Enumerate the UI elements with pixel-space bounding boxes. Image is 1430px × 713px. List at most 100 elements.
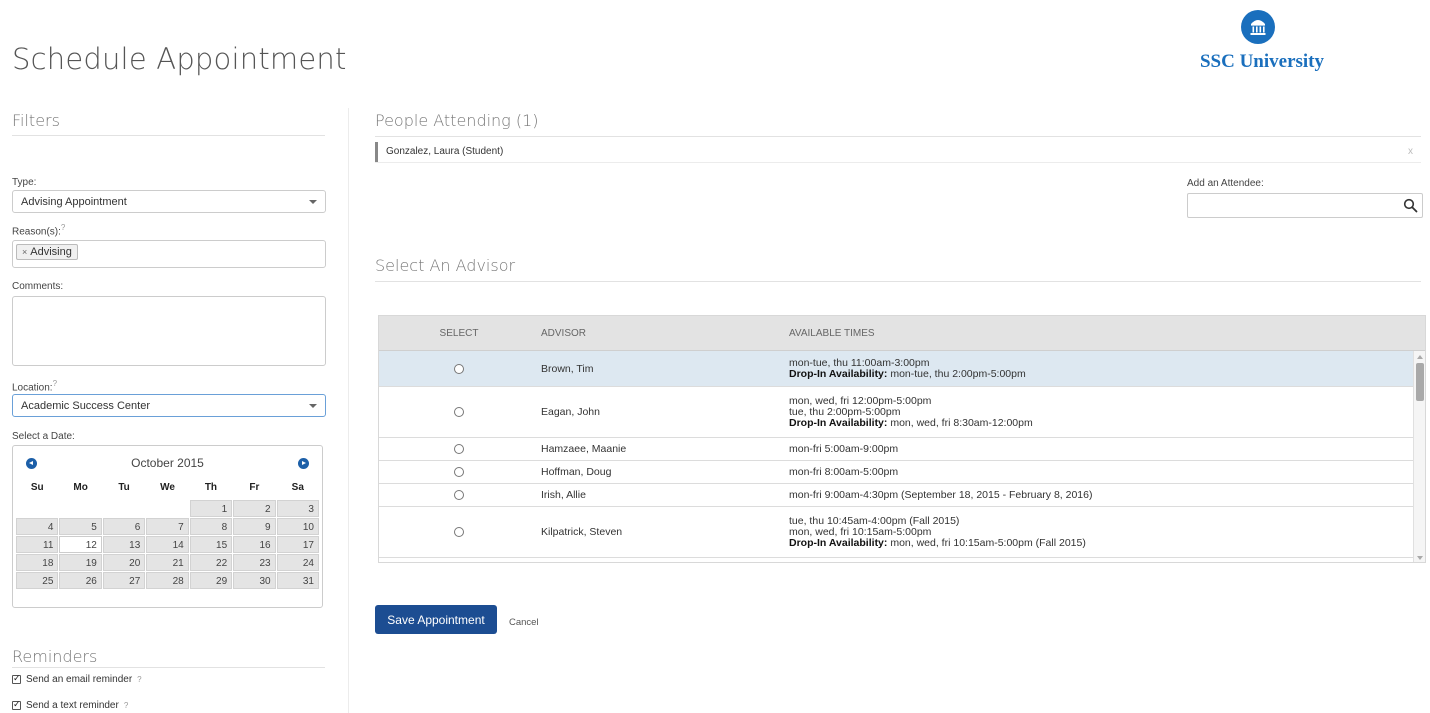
comments-textarea[interactable] [12, 296, 326, 366]
location-label-text: Location: [12, 382, 53, 394]
email-reminder-row[interactable]: Send an email reminder? [12, 673, 142, 685]
type-select[interactable]: Advising Appointment [12, 190, 326, 213]
save-appointment-button[interactable]: Save Appointment [375, 605, 497, 634]
calendar-day[interactable]: 23 [233, 554, 276, 571]
text-reminder-row[interactable]: Send a text reminder? [12, 699, 128, 711]
chevron-down-icon [309, 199, 317, 204]
remove-tag-icon[interactable]: × [22, 247, 27, 257]
reason-tag: × Advising [16, 244, 78, 260]
calendar-day[interactable]: 17 [276, 536, 319, 553]
advisor-radio[interactable] [454, 490, 464, 500]
advisor-name: Brown, Tim [541, 362, 594, 375]
calendar-day[interactable]: 26 [59, 572, 102, 589]
column-header-advisor: ADVISOR [541, 327, 587, 339]
remove-attendee-icon[interactable]: x [1408, 146, 1413, 157]
university-building-icon [1241, 10, 1275, 44]
scroll-down-icon[interactable] [1417, 556, 1423, 560]
search-icon[interactable] [1403, 198, 1418, 213]
advisor-row[interactable]: Hoffman, Doug mon-fri 8:00am-5:00pm [379, 461, 1414, 484]
calendar-day[interactable]: 11 [16, 536, 59, 553]
comments-label: Comments: [12, 281, 64, 292]
reminders-heading: Reminders [12, 647, 98, 666]
email-reminder-checkbox[interactable] [12, 673, 21, 684]
advisor-radio[interactable] [454, 363, 464, 374]
scroll-thumb[interactable] [1416, 363, 1424, 401]
column-divider [348, 108, 349, 713]
calendar-day[interactable]: 1 [189, 500, 233, 517]
date-label: Select a Date: [12, 431, 75, 442]
calendar-day[interactable]: 8 [189, 518, 233, 535]
calendar-day[interactable]: 21 [146, 554, 189, 571]
advisor-radio[interactable] [454, 467, 464, 477]
advisor-name: Hamzaee, Maanie [541, 443, 627, 455]
calendar-day[interactable]: 31 [276, 572, 319, 589]
next-month-icon[interactable] [298, 457, 309, 469]
calendar-day[interactable]: 4 [16, 518, 59, 535]
add-attendee-input[interactable] [1187, 193, 1423, 218]
calendar-empty-cell [16, 500, 58, 517]
calendar-day[interactable]: 20 [102, 554, 146, 571]
advisor-radio[interactable] [454, 444, 464, 454]
calendar-day[interactable]: 13 [102, 536, 146, 553]
advisor-select-cell [379, 363, 539, 374]
advisor-radio[interactable] [454, 407, 464, 417]
advisor-row[interactable]: Brown, Tim mon-tue, thu 11:00am-3:00pm Dro… [379, 351, 1414, 387]
advisor-row[interactable]: Kilpatrick, Steven tue, thu 10:45am-4:00p… [379, 507, 1414, 558]
advisor-available-times: mon-fri 5:00am-9:00pm [789, 443, 1414, 455]
advisor-select-cell [379, 407, 539, 417]
calendar-day[interactable]: 30 [233, 572, 276, 589]
advisor-available-times: tue, thu 10:45am-4:00pm (Fall 2015) mon, … [789, 515, 1414, 549]
calendar-day[interactable]: 3 [276, 500, 319, 517]
advisor-radio[interactable] [454, 527, 464, 537]
calendar-day-of-week: Tu [118, 482, 130, 493]
advisor-available-times: mon, wed, fri 12:00pm-5:00pm tue, thu 2:0… [789, 395, 1414, 429]
calendar-day[interactable]: 9 [233, 518, 276, 535]
advisor-select-cell [379, 467, 539, 477]
calendar-day[interactable]: 16 [233, 536, 276, 553]
calendar-day[interactable]: 18 [16, 554, 59, 571]
text-reminder-label: Send a text reminder [26, 700, 119, 711]
calendar-day[interactable]: 19 [59, 554, 102, 571]
calendar-day[interactable]: 22 [189, 554, 233, 571]
calendar-day[interactable]: 25 [16, 572, 59, 589]
text-reminder-help-icon[interactable]: ? [124, 701, 128, 710]
advisor-rule [375, 281, 1421, 282]
dropin-times: mon, wed, fri 8:30am-12:00pm [890, 416, 1033, 429]
filters-rule [12, 135, 325, 136]
reasons-input[interactable]: × Advising [12, 240, 326, 268]
location-select[interactable]: Academic Success Center [12, 394, 326, 417]
calendar-day[interactable]: 28 [146, 572, 189, 589]
previous-month-icon[interactable] [26, 457, 37, 469]
location-help-icon[interactable]: ? [53, 379, 57, 388]
calendar-day[interactable]: 29 [189, 572, 233, 589]
type-label: Type: [12, 177, 37, 188]
email-reminder-help-icon[interactable]: ? [137, 675, 141, 684]
calendar-day[interactable]: 5 [59, 518, 102, 535]
calendar-day[interactable]: 6 [102, 518, 146, 535]
cancel-link[interactable]: Cancel [509, 617, 539, 628]
column-header-available-times: AVAILABLE TIMES [789, 327, 875, 339]
scroll-up-icon[interactable] [1417, 355, 1423, 359]
advisor-name: Eagan, John [541, 406, 600, 418]
calendar-day[interactable]: 7 [146, 518, 189, 535]
chevron-down-icon [309, 403, 317, 408]
advisor-heading: Select An Advisor [375, 256, 516, 275]
calendar-day[interactable]: 15 [189, 536, 233, 553]
calendar-day[interactable]: 24 [276, 554, 319, 571]
attendee-item: Gonzalez, Laura (Student) [375, 141, 503, 162]
advisor-name: Irish, Allie [541, 489, 586, 501]
advisor-row[interactable]: Eagan, John mon, wed, fri 12:00pm-5:00pm t… [379, 387, 1414, 438]
calendar-empty-cell [146, 500, 188, 517]
advisor-select-cell [379, 490, 539, 500]
calendar-day[interactable]: 12 [59, 536, 102, 553]
advisor-row[interactable]: Hamzaee, Maanie mon-fri 5:00am-9:00pm [379, 438, 1414, 461]
advisor-row[interactable]: Irish, Allie mon-fri 9:00am-4:30pm (Septe… [379, 484, 1414, 507]
advisor-table-scrollbar[interactable] [1413, 351, 1425, 562]
calendar-day[interactable]: 2 [233, 500, 276, 517]
advisor-available-times: mon-fri 8:00am-5:00pm [789, 466, 1414, 478]
calendar-day[interactable]: 27 [102, 572, 146, 589]
calendar-day[interactable]: 10 [276, 518, 319, 535]
calendar-day[interactable]: 14 [146, 536, 189, 553]
text-reminder-checkbox[interactable] [12, 699, 21, 710]
reasons-help-icon[interactable]: ? [61, 223, 65, 232]
